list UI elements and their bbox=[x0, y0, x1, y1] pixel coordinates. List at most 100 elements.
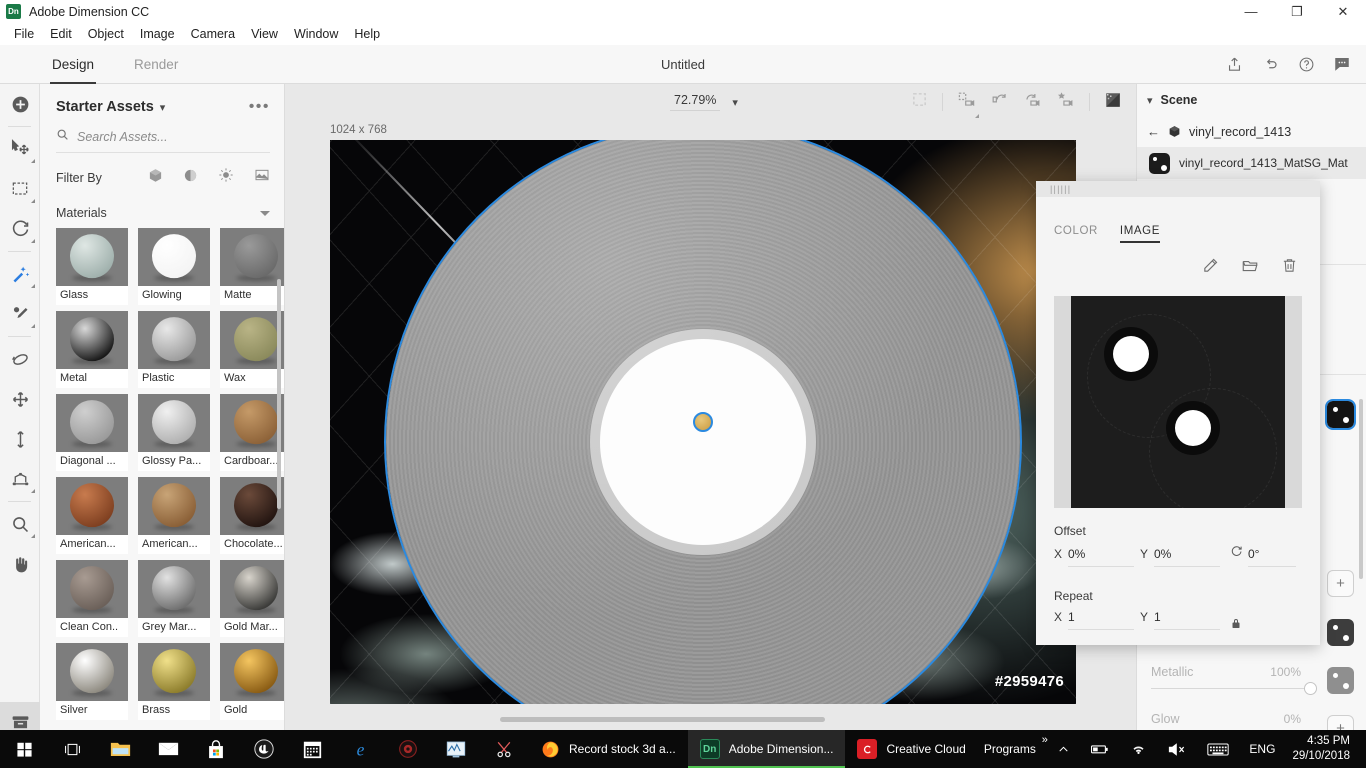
feedback-icon[interactable] bbox=[1332, 54, 1352, 74]
maximize-button[interactable]: ❐ bbox=[1274, 0, 1320, 23]
material-swatch[interactable]: American... bbox=[56, 477, 128, 554]
assets-title[interactable]: Starter Assets bbox=[56, 99, 154, 115]
chevron-down-icon[interactable]: ▾ bbox=[732, 96, 738, 109]
taskbar-app-dimension[interactable]: Dn Adobe Dimension... bbox=[687, 730, 846, 768]
taskbar-programs-group[interactable]: Programs » bbox=[978, 734, 1048, 756]
tab-image[interactable]: IMAGE bbox=[1119, 225, 1161, 243]
camera-frame-icon[interactable] bbox=[957, 90, 979, 118]
eyedropper-tool[interactable] bbox=[0, 294, 40, 334]
select-move-tool[interactable] bbox=[0, 129, 40, 169]
menu-item-image[interactable]: Image bbox=[132, 23, 183, 45]
assets-menu-icon[interactable]: ••• bbox=[249, 98, 270, 116]
edge-icon[interactable]: e bbox=[336, 730, 384, 768]
material-filter-icon[interactable] bbox=[183, 168, 198, 188]
tab-design[interactable]: Design bbox=[32, 45, 114, 84]
lock-icon[interactable] bbox=[1230, 617, 1248, 630]
material-swatch[interactable]: Gold Mar... bbox=[220, 560, 284, 637]
marquee-tool[interactable] bbox=[0, 169, 40, 209]
camera-orbit-right-icon[interactable] bbox=[1023, 90, 1042, 114]
metallic-swatch[interactable] bbox=[1327, 667, 1354, 694]
right-panel-scrollbar[interactable] bbox=[1359, 399, 1363, 579]
offset-x-field[interactable]: X 0% bbox=[1054, 547, 1134, 567]
zoom-level-value[interactable]: 72.79% bbox=[670, 93, 721, 111]
microsoft-store-icon[interactable] bbox=[192, 730, 240, 768]
keyboard-icon[interactable] bbox=[1198, 730, 1238, 768]
texture-preview[interactable] bbox=[1054, 296, 1302, 508]
model-filter-icon[interactable] bbox=[148, 168, 163, 188]
add-object-tool[interactable] bbox=[0, 84, 40, 124]
material-swatch[interactable]: Glass bbox=[56, 228, 128, 305]
material-swatch[interactable]: Grey Mar... bbox=[138, 560, 210, 637]
repeat-x-field[interactable]: X 1 bbox=[1054, 610, 1134, 630]
menu-item-object[interactable]: Object bbox=[80, 23, 132, 45]
language-indicator[interactable]: ENG bbox=[1240, 730, 1284, 768]
chevron-down-icon[interactable]: ▾ bbox=[1147, 94, 1153, 107]
metallic-slider-knob[interactable] bbox=[1304, 682, 1317, 695]
menu-item-camera[interactable]: Camera bbox=[183, 23, 243, 45]
pan-object-tool[interactable] bbox=[0, 379, 40, 419]
material-swatch[interactable]: Matte bbox=[220, 228, 284, 305]
delete-trash-icon[interactable] bbox=[1281, 257, 1298, 280]
repeat-y-field[interactable]: Y 1 bbox=[1140, 610, 1220, 630]
show-hidden-icons-button[interactable] bbox=[1048, 730, 1079, 768]
material-swatch[interactable]: Cardboar... bbox=[220, 394, 284, 471]
help-icon[interactable] bbox=[1296, 54, 1316, 74]
camera-bookmark-icon[interactable] bbox=[1056, 90, 1075, 114]
share-icon[interactable] bbox=[1224, 54, 1244, 74]
zoom-tool[interactable] bbox=[0, 504, 40, 544]
taskbar-app-creative-cloud[interactable]: Creative Cloud bbox=[845, 730, 977, 768]
file-explorer-icon[interactable] bbox=[96, 730, 144, 768]
material-swatch[interactable]: Metal bbox=[56, 311, 128, 388]
menu-item-edit[interactable]: Edit bbox=[42, 23, 80, 45]
material-swatch[interactable]: Diagonal ... bbox=[56, 394, 128, 471]
chevron-down-icon[interactable] bbox=[260, 210, 270, 216]
undo-icon[interactable] bbox=[1260, 54, 1280, 74]
rotate-tool[interactable] bbox=[0, 209, 40, 249]
repeat-y-value[interactable]: 1 bbox=[1154, 610, 1220, 630]
image-filter-icon[interactable] bbox=[254, 167, 270, 188]
calendar-icon[interactable] bbox=[288, 730, 336, 768]
tab-render[interactable]: Render bbox=[114, 45, 198, 84]
selection-bounds-icon[interactable] bbox=[911, 91, 928, 113]
taskbar-app-firefox[interactable]: Record stock 3d a... bbox=[528, 730, 688, 768]
rotation-field[interactable]: 0° bbox=[1230, 545, 1296, 567]
zoom-control[interactable]: 72.79% ▾ bbox=[670, 93, 738, 111]
roughness-swatch[interactable] bbox=[1327, 619, 1354, 646]
search-input[interactable] bbox=[77, 130, 257, 144]
material-swatch[interactable]: Silver bbox=[56, 643, 128, 720]
repeat-lock-toggle[interactable] bbox=[1230, 617, 1248, 630]
material-swatch[interactable]: American... bbox=[138, 477, 210, 554]
chevron-down-icon[interactable]: ▾ bbox=[160, 101, 166, 114]
offset-y-field[interactable]: Y 0% bbox=[1140, 547, 1220, 567]
materials-section-header[interactable]: Materials bbox=[56, 206, 270, 220]
system-monitor-icon[interactable] bbox=[432, 730, 480, 768]
task-view-button[interactable] bbox=[48, 730, 96, 768]
hand-tool[interactable] bbox=[0, 544, 40, 584]
material-swatch[interactable]: Glowing bbox=[138, 228, 210, 305]
material-swatch[interactable]: Glossy Pa... bbox=[138, 394, 210, 471]
record-spindle-handle[interactable] bbox=[693, 412, 713, 432]
programs-overflow-icon[interactable]: » bbox=[1042, 734, 1048, 746]
wifi-icon[interactable] bbox=[1121, 730, 1156, 768]
poison-app-icon[interactable] bbox=[384, 730, 432, 768]
close-button[interactable]: ✕ bbox=[1320, 0, 1366, 23]
render-stage[interactable]: #2959476 bbox=[330, 140, 1076, 704]
dolly-tool[interactable] bbox=[0, 419, 40, 459]
add-property-button[interactable]: + bbox=[1327, 570, 1354, 597]
magic-wand-tool[interactable] bbox=[0, 254, 40, 294]
battery-icon[interactable] bbox=[1081, 730, 1119, 768]
material-swatch[interactable]: Clean Con.. bbox=[56, 560, 128, 637]
start-button[interactable] bbox=[0, 730, 48, 768]
back-arrow-icon[interactable]: ← bbox=[1147, 124, 1160, 139]
snipping-tool-icon[interactable] bbox=[480, 730, 528, 768]
volume-muted-icon[interactable] bbox=[1158, 730, 1196, 768]
unreal-engine-icon[interactable] bbox=[240, 730, 288, 768]
menu-item-help[interactable]: Help bbox=[346, 23, 388, 45]
base-color-swatch[interactable] bbox=[1325, 399, 1356, 430]
material-swatch[interactable]: Brass bbox=[138, 643, 210, 720]
open-folder-icon[interactable] bbox=[1241, 257, 1259, 280]
render-preview-icon[interactable] bbox=[1104, 91, 1122, 114]
horizon-tool[interactable] bbox=[0, 459, 40, 499]
edit-pencil-icon[interactable] bbox=[1202, 257, 1219, 280]
material-swatch[interactable]: Chocolate... bbox=[220, 477, 284, 554]
